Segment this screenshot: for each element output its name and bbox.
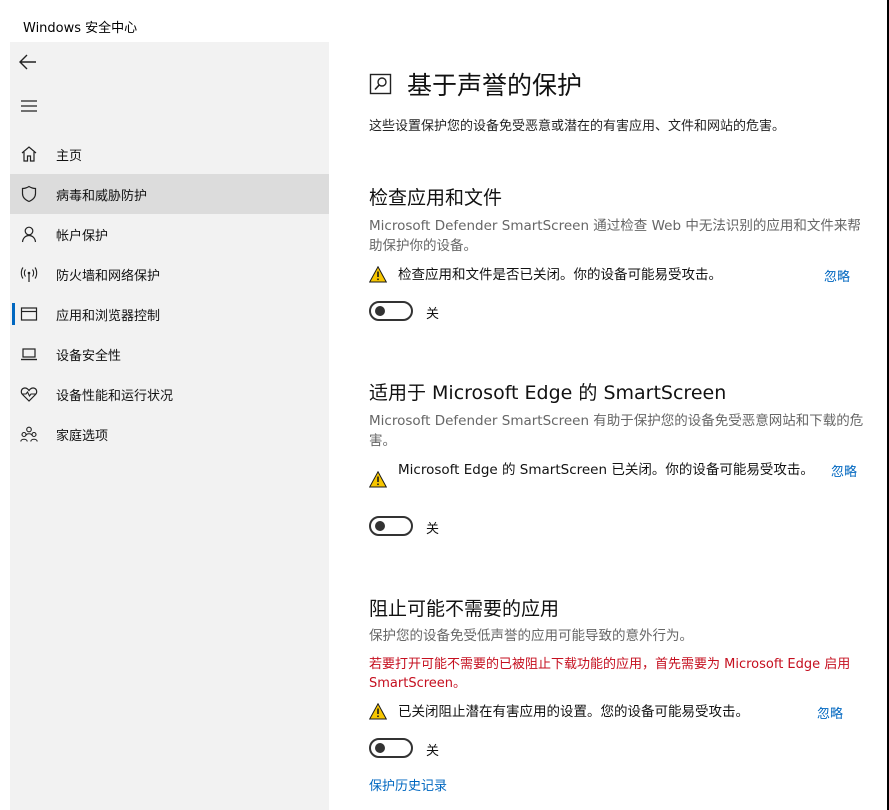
section-description: 保护您的设备免受低声誉的应用可能导致的意外行为。 — [369, 628, 693, 644]
person-icon — [20, 225, 38, 243]
warning-row: 已关闭阻止潜在有害应用的设置。您的设备可能易受攻击。 忽略 — [369, 702, 869, 724]
section-title-edge-smartscreen: 适用于 Microsoft Edge 的 SmartScreen — [369, 382, 727, 404]
warning-icon — [369, 266, 387, 283]
back-arrow-icon — [19, 54, 36, 70]
sidebar-item-device-health[interactable]: 设备性能和运行状况 — [10, 374, 329, 414]
ignore-link[interactable]: 忽略 — [824, 266, 850, 285]
sidebar-item-account-protection[interactable]: 帐户保护 — [10, 214, 329, 254]
title-bar: Windows 安全中心 — [0, 0, 889, 42]
hamburger-icon — [21, 100, 37, 112]
section-title-pua-blocking: 阻止可能不需要的应用 — [369, 598, 560, 620]
warning-row: Microsoft Edge 的 SmartScreen 已关闭。你的设备可能易… — [369, 460, 869, 502]
sidebar-item-firewall[interactable]: 防火墙和网络保护 — [10, 254, 329, 294]
heart-pulse-icon — [20, 385, 38, 403]
warning-text: Microsoft Edge 的 SmartScreen 已关闭。你的设备可能易… — [398, 462, 814, 478]
sidebar-item-label: 家庭选项 — [56, 429, 109, 444]
toggle-state-label: 关 — [426, 307, 440, 322]
warning-text: 已关闭阻止潜在有害应用的设置。您的设备可能易受攻击。 — [398, 704, 749, 720]
error-note: 若要打开可能不需要的已被阻止下载功能的应用，首先需要为 Microsoft Ed… — [369, 657, 851, 691]
sidebar-item-family-options[interactable]: 家庭选项 — [10, 414, 329, 454]
selection-indicator — [12, 303, 15, 325]
app-window-icon — [20, 305, 38, 323]
sidebar-item-app-browser-control[interactable]: 应用和浏览器控制 — [10, 294, 329, 334]
warning-icon — [369, 471, 387, 488]
shield-icon — [20, 185, 38, 203]
hamburger-menu-button[interactable] — [20, 98, 40, 114]
page-title: 基于声誉的保护 — [369, 68, 582, 100]
protection-history-link[interactable]: 保护历史记录 — [369, 775, 447, 794]
laptop-icon — [20, 345, 38, 363]
toggle-state-label: 关 — [426, 744, 440, 759]
section-description: Microsoft Defender SmartScreen 有助于保护您的设备… — [369, 413, 864, 449]
back-button[interactable] — [18, 52, 42, 72]
pua-blocking-toggle[interactable] — [369, 738, 413, 758]
windows-security-window: Windows 安全中心 主页 病毒和威胁防护 帐户保护 防火墙和网络保护 应用… — [0, 0, 889, 810]
toggle-knob — [375, 306, 385, 316]
sidebar-item-label: 应用和浏览器控制 — [56, 309, 161, 324]
page-subtitle: 这些设置保护您的设备免受恶意或潜在的有害应用、文件和网站的危害。 — [369, 119, 786, 134]
sidebar-item-label: 帐户保护 — [56, 229, 109, 244]
sidebar-item-label: 设备性能和运行状况 — [56, 389, 174, 404]
sidebar-item-virus-protection[interactable]: 病毒和威胁防护 — [10, 174, 329, 214]
window-title: Windows 安全中心 — [23, 21, 138, 36]
warning-text: 检查应用和文件是否已关闭。你的设备可能易受攻击。 — [398, 267, 722, 283]
ignore-link[interactable]: 忽略 — [831, 461, 857, 480]
warning-row: 检查应用和文件是否已关闭。你的设备可能易受攻击。 忽略 — [369, 265, 869, 287]
sidebar-item-label: 主页 — [56, 149, 83, 164]
sidebar-item-label: 设备安全性 — [56, 349, 122, 364]
toggle-knob — [375, 743, 385, 753]
app-browser-search-icon — [369, 73, 392, 95]
sidebar-item-device-security[interactable]: 设备安全性 — [10, 334, 329, 374]
edge-smartscreen-toggle[interactable] — [369, 516, 413, 536]
check-apps-toggle[interactable] — [369, 301, 413, 321]
home-icon — [20, 145, 38, 163]
family-icon — [20, 425, 38, 443]
section-description: Microsoft Defender SmartScreen 通过检查 Web … — [369, 218, 861, 254]
toggle-state-label: 关 — [426, 522, 440, 537]
page-title-text: 基于声誉的保护 — [407, 71, 583, 100]
sidebar-item-home[interactable]: 主页 — [10, 134, 329, 174]
warning-icon — [369, 703, 387, 720]
toggle-knob — [375, 521, 385, 531]
wireless-icon — [20, 265, 38, 283]
sidebar: 主页 病毒和威胁防护 帐户保护 防火墙和网络保护 应用和浏览器控制 设备安全性 … — [10, 42, 329, 810]
ignore-link[interactable]: 忽略 — [817, 703, 843, 722]
sidebar-nav: 主页 病毒和威胁防护 帐户保护 防火墙和网络保护 应用和浏览器控制 设备安全性 … — [10, 134, 329, 454]
sidebar-item-label: 病毒和威胁防护 — [56, 189, 148, 204]
sidebar-item-label: 防火墙和网络保护 — [56, 269, 161, 284]
section-title-check-apps: 检查应用和文件 — [369, 187, 503, 209]
